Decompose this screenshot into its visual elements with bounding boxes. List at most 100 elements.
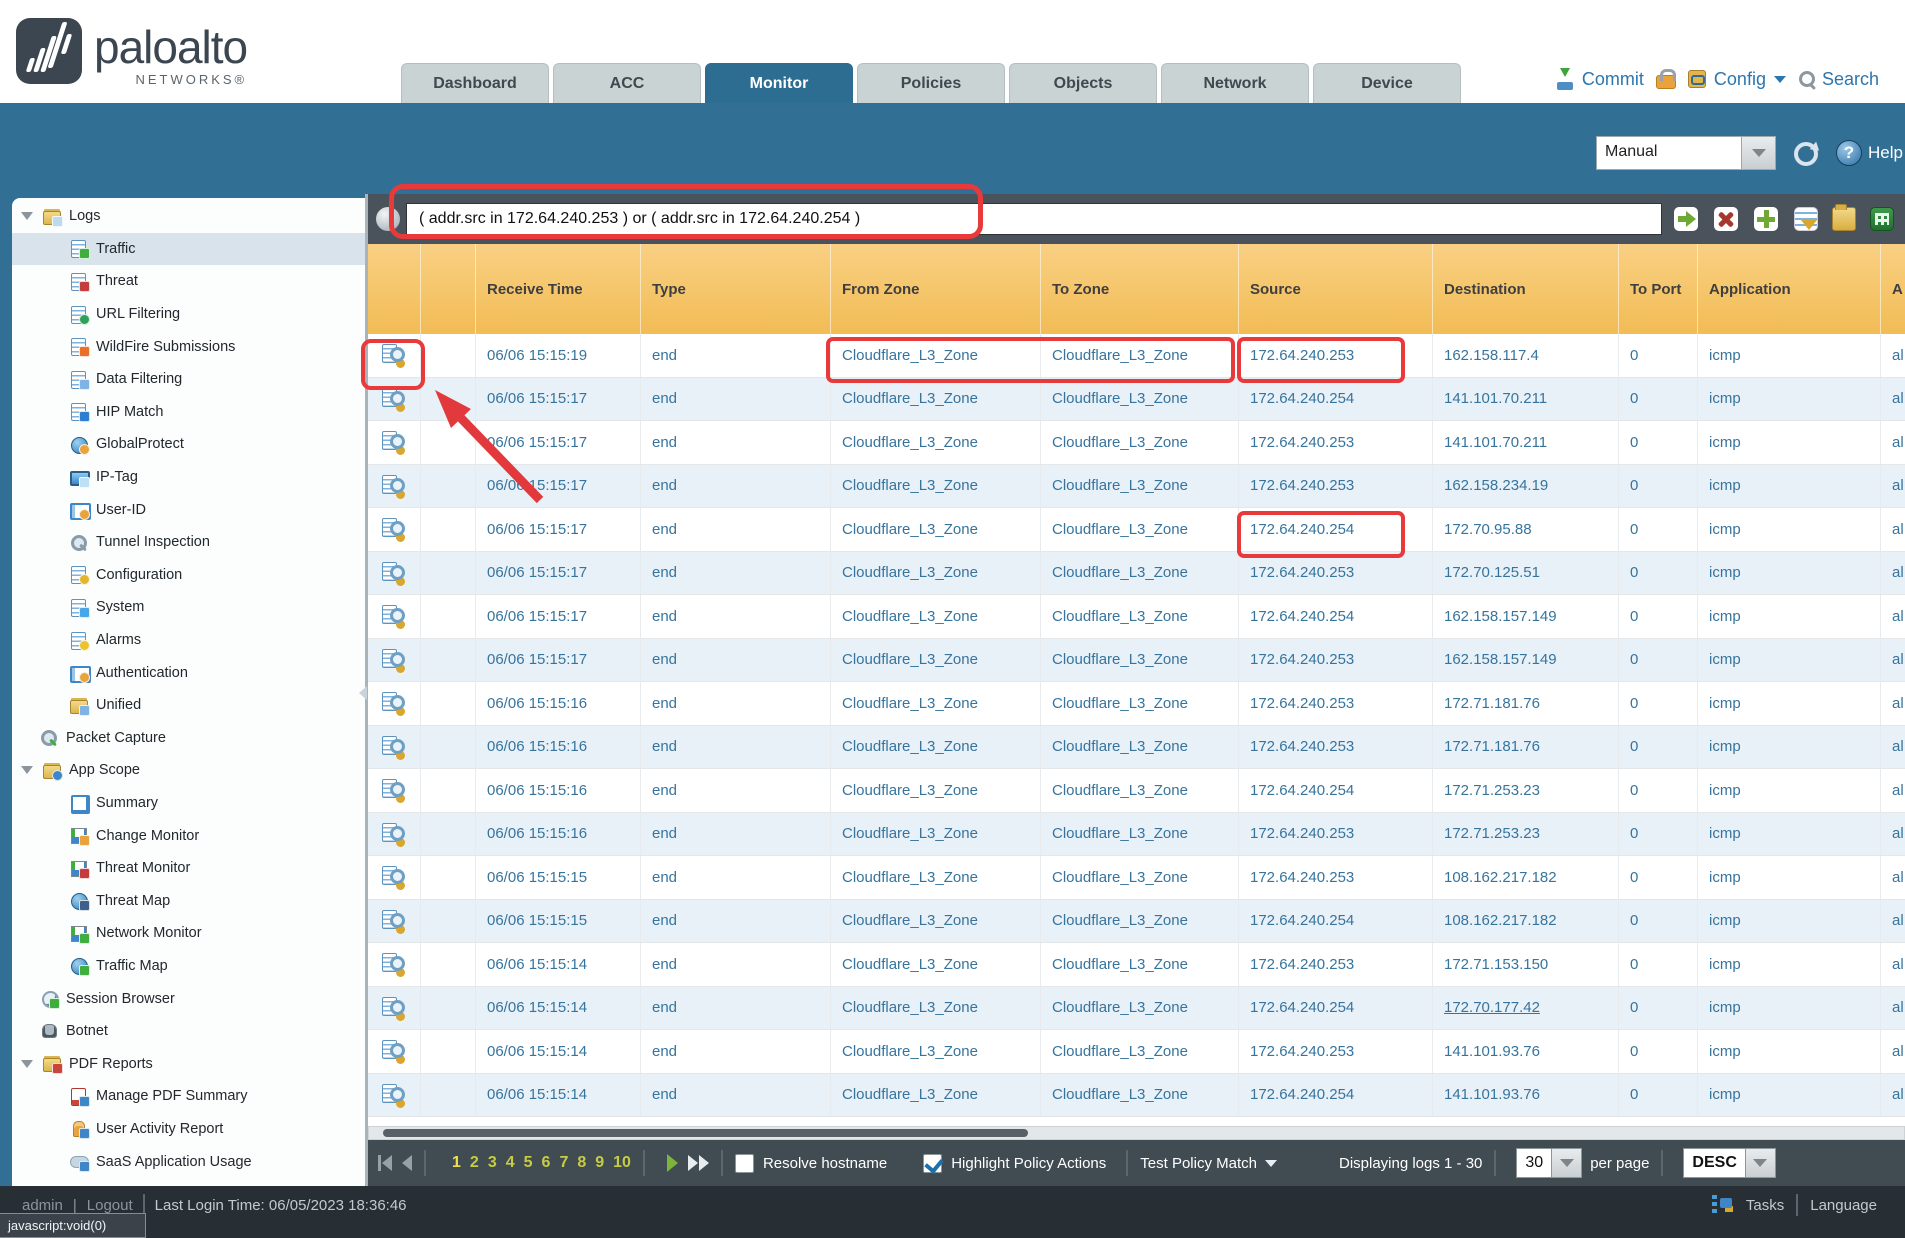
receive-time-cell[interactable]: 06/06 15:15:17	[475, 595, 640, 638]
to-port-cell[interactable]: 0	[1618, 334, 1697, 377]
source-cell[interactable]: 172.64.240.253	[1238, 639, 1432, 682]
application-cell[interactable]: icmp	[1697, 639, 1880, 682]
sidebar-item-change-monitor[interactable]: Change Monitor	[12, 819, 365, 852]
type-cell[interactable]: end	[640, 552, 830, 595]
column-header-application[interactable]: Application	[1697, 244, 1880, 334]
log-detail-icon[interactable]	[382, 518, 406, 540]
to-zone-cell[interactable]: Cloudflare_L3_Zone	[1040, 639, 1238, 682]
log-detail-icon[interactable]	[382, 779, 406, 801]
type-cell[interactable]: end	[640, 639, 830, 682]
sidebar-item-user-id[interactable]: User-ID	[12, 493, 365, 526]
tab-objects[interactable]: Objects	[1009, 63, 1157, 103]
sidebar-item-logs-folder[interactable]: Logs	[12, 200, 365, 233]
test-policy-match-button[interactable]: Test Policy Match	[1140, 1155, 1277, 1172]
to-zone-cell[interactable]: Cloudflare_L3_Zone	[1040, 900, 1238, 943]
log-detail-icon[interactable]	[382, 736, 406, 758]
sidebar-collapse-handle[interactable]	[358, 680, 368, 706]
column-header-to-zone[interactable]: To Zone	[1040, 244, 1238, 334]
page-number-5[interactable]: 5	[524, 1154, 533, 1172]
to-zone-cell[interactable]: Cloudflare_L3_Zone	[1040, 378, 1238, 421]
column-header-to-port[interactable]: To Port	[1618, 244, 1697, 334]
to-zone-cell[interactable]: Cloudflare_L3_Zone	[1040, 769, 1238, 812]
type-cell[interactable]: end	[640, 856, 830, 899]
sidebar-item-session-browser[interactable]: Session Browser	[12, 982, 365, 1015]
tab-acc[interactable]: ACC	[553, 63, 701, 103]
to-port-cell[interactable]: 0	[1618, 552, 1697, 595]
action-cell[interactable]: al	[1880, 900, 1905, 943]
receive-time-cell[interactable]: 06/06 15:15:15	[475, 900, 640, 943]
log-detail-icon[interactable]	[382, 475, 406, 497]
receive-time-cell[interactable]: 06/06 15:15:17	[475, 465, 640, 508]
commit-button[interactable]: Commit	[1554, 68, 1644, 90]
from-zone-cell[interactable]: Cloudflare_L3_Zone	[830, 769, 1040, 812]
sidebar-item-manage-pdf-summary[interactable]: Manage PDF Summary	[12, 1080, 365, 1113]
destination-cell[interactable]: 172.71.153.150	[1432, 943, 1618, 986]
from-zone-cell[interactable]: Cloudflare_L3_Zone	[830, 813, 1040, 856]
page-number-2[interactable]: 2	[470, 1154, 479, 1172]
to-port-cell[interactable]: 0	[1618, 508, 1697, 551]
type-cell[interactable]: end	[640, 813, 830, 856]
action-cell[interactable]: al	[1880, 639, 1905, 682]
log-detail-icon[interactable]	[382, 605, 406, 627]
page-number-10[interactable]: 10	[613, 1154, 631, 1172]
source-cell[interactable]: 172.64.240.253	[1238, 465, 1432, 508]
action-cell[interactable]: al	[1880, 1074, 1905, 1117]
from-zone-cell[interactable]: Cloudflare_L3_Zone	[830, 726, 1040, 769]
destination-cell[interactable]: 108.162.217.182	[1432, 900, 1618, 943]
destination-cell[interactable]: 172.70.177.42	[1432, 987, 1618, 1030]
source-cell[interactable]: 172.64.240.253	[1238, 1030, 1432, 1073]
receive-time-cell[interactable]: 06/06 15:15:17	[475, 639, 640, 682]
receive-time-cell[interactable]: 06/06 15:15:17	[475, 421, 640, 464]
destination-cell[interactable]: 141.101.70.211	[1432, 378, 1618, 421]
log-detail-icon[interactable]	[382, 562, 406, 584]
application-cell[interactable]: icmp	[1697, 595, 1880, 638]
destination-cell[interactable]: 172.70.95.88	[1432, 508, 1618, 551]
last-page-button[interactable]	[688, 1155, 709, 1171]
to-zone-cell[interactable]: Cloudflare_L3_Zone	[1040, 856, 1238, 899]
type-cell[interactable]: end	[640, 1030, 830, 1073]
to-port-cell[interactable]: 0	[1618, 726, 1697, 769]
page-number-4[interactable]: 4	[506, 1154, 515, 1172]
destination-cell[interactable]: 162.158.117.4	[1432, 334, 1618, 377]
add-filter-button[interactable]	[1754, 207, 1778, 231]
sidebar-item-app-scope[interactable]: App Scope	[12, 754, 365, 787]
sidebar-item-tunnel-inspection[interactable]: Tunnel Inspection	[12, 526, 365, 559]
action-cell[interactable]: al	[1880, 552, 1905, 595]
sidebar-item-pdf-reports[interactable]: PDF Reports	[12, 1047, 365, 1080]
source-cell[interactable]: 172.64.240.253	[1238, 334, 1432, 377]
log-detail-icon[interactable]	[382, 1084, 406, 1106]
to-zone-cell[interactable]: Cloudflare_L3_Zone	[1040, 595, 1238, 638]
expander-triangle-icon[interactable]	[20, 212, 34, 220]
action-cell[interactable]: al	[1880, 1030, 1905, 1073]
source-cell[interactable]: 172.64.240.253	[1238, 943, 1432, 986]
receive-time-cell[interactable]: 06/06 15:15:17	[475, 508, 640, 551]
action-cell[interactable]: al	[1880, 508, 1905, 551]
tab-monitor[interactable]: Monitor	[705, 63, 853, 103]
log-filter-input[interactable]: ( addr.src in 172.64.240.253 ) or ( addr…	[406, 203, 1662, 235]
type-cell[interactable]: end	[640, 421, 830, 464]
column-header-source[interactable]: Source	[1238, 244, 1432, 334]
from-zone-cell[interactable]: Cloudflare_L3_Zone	[830, 378, 1040, 421]
action-cell[interactable]: al	[1880, 334, 1905, 377]
to-zone-cell[interactable]: Cloudflare_L3_Zone	[1040, 508, 1238, 551]
sidebar-item-ip-tag[interactable]: IP-Tag	[12, 461, 365, 494]
from-zone-cell[interactable]: Cloudflare_L3_Zone	[830, 987, 1040, 1030]
load-filter-button[interactable]	[1832, 207, 1856, 231]
application-cell[interactable]: icmp	[1697, 552, 1880, 595]
export-logs-button[interactable]	[1870, 207, 1894, 231]
refresh-mode-select[interactable]: Manual	[1596, 136, 1776, 170]
to-zone-cell[interactable]: Cloudflare_L3_Zone	[1040, 421, 1238, 464]
from-zone-cell[interactable]: Cloudflare_L3_Zone	[830, 552, 1040, 595]
sort-order-select[interactable]: DESC	[1683, 1148, 1775, 1178]
receive-time-cell[interactable]: 06/06 15:15:17	[475, 552, 640, 595]
receive-time-cell[interactable]: 06/06 15:15:14	[475, 943, 640, 986]
column-header-type[interactable]: Type	[640, 244, 830, 334]
type-cell[interactable]: end	[640, 465, 830, 508]
action-cell[interactable]: al	[1880, 465, 1905, 508]
action-cell[interactable]: al	[1880, 378, 1905, 421]
source-cell[interactable]: 172.64.240.254	[1238, 595, 1432, 638]
receive-time-cell[interactable]: 06/06 15:15:14	[475, 1030, 640, 1073]
application-cell[interactable]: icmp	[1697, 334, 1880, 377]
action-cell[interactable]: al	[1880, 682, 1905, 725]
page-number-7[interactable]: 7	[559, 1154, 568, 1172]
